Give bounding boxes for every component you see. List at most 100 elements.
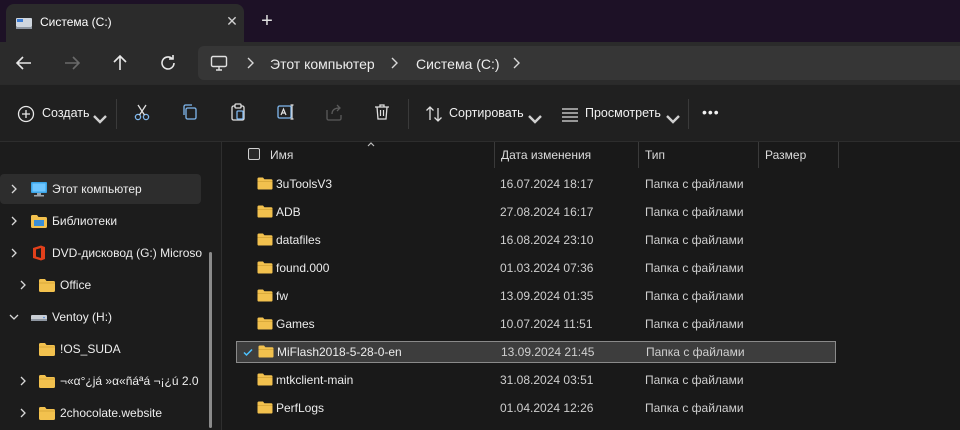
file-name: MiFlash2018-5-28-0-en	[277, 345, 402, 359]
file-date: 13.09.2024 21:45	[501, 345, 595, 359]
file-list: Имя Дата изменения Тип Размер 3uToolsV3 …	[222, 142, 960, 430]
drive-icon	[30, 309, 48, 325]
file-row-perflogs[interactable]: PerfLogs 01.04.2024 12:26 Папка с файлам…	[236, 398, 836, 418]
file-type: Папка с файлами	[645, 373, 744, 387]
chevron-right-icon[interactable]	[8, 247, 20, 259]
file-name: PerfLogs	[276, 401, 325, 415]
chevron-down-icon	[525, 110, 545, 133]
file-date: 13.09.2024 01:35	[500, 289, 594, 303]
column-size[interactable]: Размер	[765, 142, 806, 168]
cut-icon[interactable]	[132, 102, 152, 126]
tab-system-c[interactable]: Система (C:) ✕	[6, 4, 244, 42]
chevron-right-icon[interactable]	[510, 56, 522, 70]
sidebar-item-garbled-folder[interactable]: ¬«α°¿já »α«ñáªá ¬¡¿ú 2.0	[0, 366, 201, 396]
file-date: 01.03.2024 07:36	[500, 261, 594, 275]
column-name[interactable]: Имя	[270, 142, 293, 168]
delete-icon[interactable]	[372, 102, 392, 126]
breadcrumb-this-pc[interactable]: Этот компьютер	[270, 56, 375, 72]
computer-icon	[210, 55, 228, 71]
file-name: ADB	[276, 205, 301, 219]
file-name: fw	[276, 289, 288, 303]
file-type: Папка с файлами	[645, 289, 744, 303]
file-type: Папка с файлами	[645, 233, 744, 247]
chevron-down-icon	[663, 110, 683, 133]
file-row-3utoolsv3[interactable]: 3uToolsV3 16.07.2024 18:17 Папка с файла…	[236, 174, 836, 194]
file-row-found-000[interactable]: found.000 01.03.2024 07:36 Папка с файла…	[236, 258, 836, 278]
chevron-right-icon[interactable]	[17, 407, 29, 419]
file-type: Папка с файлами	[645, 317, 744, 331]
column-divider[interactable]	[838, 142, 839, 168]
sidebar-item-libraries[interactable]: Библиотеки	[0, 206, 201, 236]
sidebar-scrollbar[interactable]	[209, 252, 212, 428]
chevron-right-icon[interactable]	[8, 215, 20, 227]
file-date: 27.08.2024 16:17	[500, 205, 594, 219]
file-row-miflash[interactable]: MiFlash2018-5-28-0-en 13.09.2024 21:45 П…	[236, 341, 836, 363]
sort-ascending-icon	[366, 137, 376, 147]
sidebar-item-label: Библиотеки	[52, 214, 118, 228]
copy-icon[interactable]	[180, 102, 200, 126]
file-row-adb[interactable]: ADB 27.08.2024 16:17 Папка с файлами	[236, 202, 836, 222]
title-bar: Система (C:) ✕ +	[0, 0, 960, 42]
chevron-down-icon[interactable]	[8, 311, 20, 323]
file-type: Папка с файлами	[645, 205, 744, 219]
sidebar-item-os-suda[interactable]: !OS_SUDA	[0, 334, 201, 364]
column-type[interactable]: Тип	[645, 142, 665, 168]
share-icon[interactable]	[324, 102, 344, 126]
sidebar-item-dvd-drive[interactable]: DVD-дисковод (G:) Microsof	[0, 238, 202, 268]
file-row-mtkclient[interactable]: mtkclient-main 31.08.2024 03:51 Папка с …	[236, 370, 836, 390]
folder-icon	[38, 373, 56, 389]
column-divider[interactable]	[494, 142, 495, 168]
chevron-right-icon[interactable]	[17, 279, 29, 291]
sidebar-item-ventoy[interactable]: Ventoy (H:)	[0, 302, 201, 332]
rename-icon[interactable]	[276, 102, 296, 126]
file-date: 31.08.2024 03:51	[500, 373, 594, 387]
address-bar[interactable]: Этот компьютер Система (C:)	[198, 46, 960, 80]
folder-icon	[257, 317, 273, 330]
file-name: found.000	[276, 261, 330, 275]
refresh-icon[interactable]	[156, 51, 180, 75]
create-button[interactable]: Создать	[16, 102, 107, 126]
folder-icon	[257, 233, 273, 246]
folder-icon	[257, 289, 273, 302]
sidebar-item-this-pc[interactable]: Этот компьютер	[0, 174, 201, 204]
file-date: 16.08.2024 23:10	[500, 233, 594, 247]
folder-icon	[38, 277, 56, 293]
more-options-icon[interactable]: •••	[702, 104, 726, 128]
close-tab-icon[interactable]: ✕	[224, 13, 240, 29]
view-button[interactable]: Просмотреть	[560, 102, 680, 127]
new-tab-button[interactable]: +	[257, 11, 277, 31]
view-lines-icon	[560, 104, 580, 127]
breadcrumb-system-c[interactable]: Система (C:)	[416, 56, 500, 72]
forward-arrow-icon[interactable]	[60, 51, 84, 75]
chevron-right-icon	[388, 56, 400, 70]
file-type: Папка с файлами	[645, 177, 744, 191]
column-date-modified[interactable]: Дата изменения	[501, 142, 591, 168]
column-divider[interactable]	[638, 142, 639, 168]
folder-icon	[257, 401, 273, 414]
folder-icon	[38, 341, 56, 357]
chevron-right-icon[interactable]	[17, 375, 29, 387]
folder-icon	[257, 177, 273, 190]
chevron-down-icon	[90, 110, 110, 133]
file-row-games[interactable]: Games 10.07.2024 11:51 Папка с файлами	[236, 314, 836, 334]
tab-title: Система (C:)	[40, 15, 112, 29]
checkmark-icon[interactable]	[242, 346, 254, 358]
sidebar-item-office[interactable]: Office	[0, 270, 201, 300]
file-date: 10.07.2024 11:51	[500, 317, 593, 331]
file-type: Папка с файлами	[645, 401, 744, 415]
file-row-datafiles[interactable]: datafiles 16.08.2024 23:10 Папка с файла…	[236, 230, 836, 250]
sort-button[interactable]: Сортировать	[424, 102, 542, 127]
select-all-checkbox[interactable]	[248, 148, 260, 160]
file-name: datafiles	[276, 233, 321, 247]
file-row-fw[interactable]: fw 13.09.2024 01:35 Папка с файлами	[236, 286, 836, 306]
file-type: Папка с файлами	[646, 345, 745, 359]
folder-icon	[257, 205, 273, 218]
sort-icon	[424, 104, 444, 127]
column-divider[interactable]	[758, 142, 759, 168]
sidebar-item-2chocolate[interactable]: 2chocolate.website	[0, 398, 201, 428]
chevron-right-icon[interactable]	[8, 183, 20, 195]
up-arrow-icon[interactable]	[108, 51, 132, 75]
create-label: Создать	[42, 106, 90, 120]
back-arrow-icon[interactable]	[12, 51, 36, 75]
paste-icon[interactable]	[228, 102, 248, 126]
